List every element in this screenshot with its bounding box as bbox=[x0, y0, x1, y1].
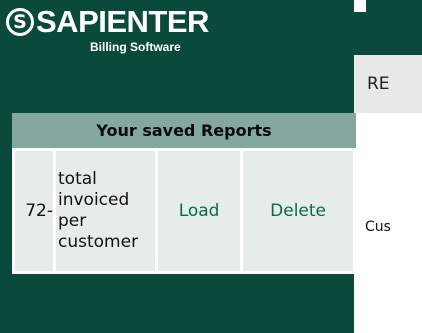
saved-reports-table: 72- total invoiced per customer Load Del… bbox=[12, 148, 356, 274]
header-strip bbox=[354, 0, 422, 55]
customer-label: Cus bbox=[365, 219, 391, 235]
table-row: 72- total invoiced per customer Load Del… bbox=[15, 151, 353, 271]
report-id: 72- bbox=[15, 151, 53, 271]
report-name: total invoiced per customer bbox=[56, 151, 155, 271]
delete-report-link[interactable]: Delete bbox=[243, 151, 353, 271]
brand-name: SAPIENTER bbox=[36, 4, 209, 39]
header-gap bbox=[354, 0, 366, 12]
load-report-link[interactable]: Load bbox=[158, 151, 241, 271]
brand-subtitle: Billing Software bbox=[90, 40, 181, 54]
logo-icon: S bbox=[6, 8, 34, 36]
report-tab[interactable]: RE bbox=[354, 55, 422, 113]
saved-reports-title: Your saved Reports bbox=[12, 113, 356, 148]
